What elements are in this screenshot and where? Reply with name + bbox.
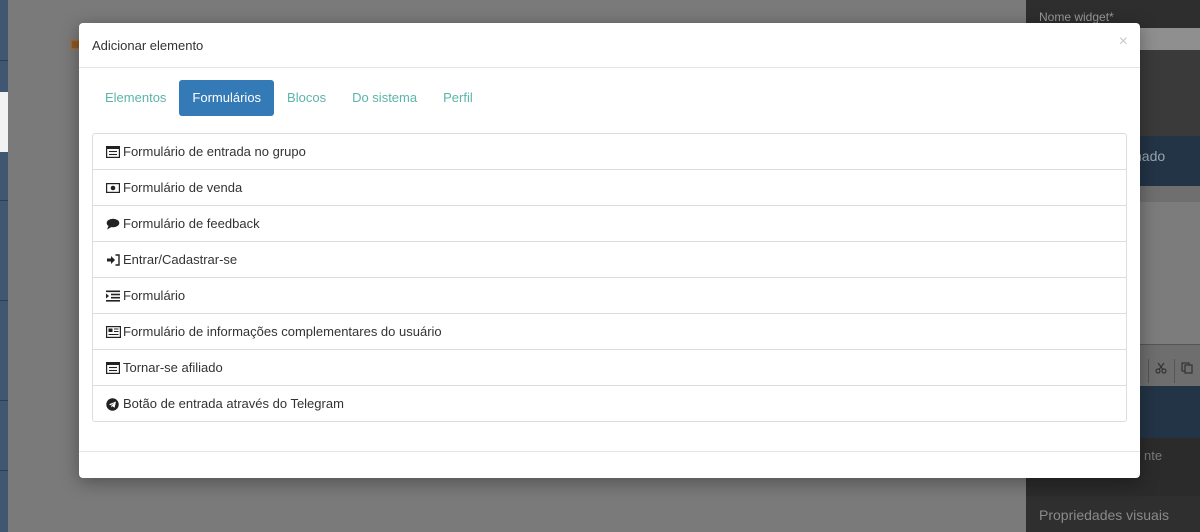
list-item-label: Formulário de venda [123,180,243,195]
widget-name-label: Nome widget* [1039,10,1114,24]
tab-elementos[interactable]: Elementos [92,80,179,116]
scissors-icon [1148,359,1172,383]
list-item-label: Tornar-se afiliado [123,360,223,375]
list-item-complementary-info-form[interactable]: Formulário de informações complementares… [93,314,1126,350]
list-item-label: Botão de entrada através do Telegram [123,396,344,411]
add-element-modal: Adicionar elemento × Elementos Formulári… [79,23,1140,478]
list-item-telegram-login[interactable]: Botão de entrada através do Telegram [93,386,1126,421]
telegram-icon [106,397,121,411]
visual-properties-label: Propriedades visuais [1039,507,1169,523]
list-item-label: Formulário de entrada no grupo [123,144,306,159]
newspaper-icon [106,325,122,338]
tab-do-sistema[interactable]: Do sistema [339,80,430,116]
list-item-label: Formulário [123,288,186,303]
list-alt-icon [106,145,121,158]
list-item-feedback-form[interactable]: Formulário de feedback [93,206,1126,242]
visual-properties-section: Propriedades visuais [1026,496,1200,532]
close-icon[interactable]: × [1119,34,1128,50]
list-item-group-entry-form[interactable]: Formulário de entrada no grupo [93,134,1126,170]
form-elements-list: Formulário de entrada no grupo Formulári… [92,133,1127,422]
tab-blocos[interactable]: Blocos [274,80,339,116]
list-alt-icon [106,361,121,374]
list-item-form[interactable]: Formulário [93,278,1126,314]
tab-perfil[interactable]: Perfil [430,80,486,116]
modal-footer [79,451,1140,452]
money-icon [106,182,121,194]
left-sidebar-highlight [0,92,8,152]
tab-formularios[interactable]: Formulários [179,80,275,116]
indent-icon [106,290,121,302]
copy-icon [1174,359,1198,383]
modal-title: Adicionar elemento [92,38,204,53]
list-item-label: Formulário de feedback [123,216,260,231]
comment-icon [106,218,121,230]
element-type-tabs: Elementos Formulários Blocos Do sistema … [92,80,486,116]
list-item-login-register[interactable]: Entrar/Cadastrar-se [93,242,1126,278]
left-sidebar-strip [0,0,8,532]
list-item-become-affiliate[interactable]: Tornar-se afiliado [93,350,1126,386]
panel-partial-text: nte [1144,448,1163,463]
sign-in-icon [106,253,121,266]
modal-header: Adicionar elemento × [79,23,1140,68]
list-item-label: Formulário de informações complementares… [123,324,442,339]
list-item-label: Entrar/Cadastrar-se [123,252,238,267]
list-item-sales-form[interactable]: Formulário de venda [93,170,1126,206]
